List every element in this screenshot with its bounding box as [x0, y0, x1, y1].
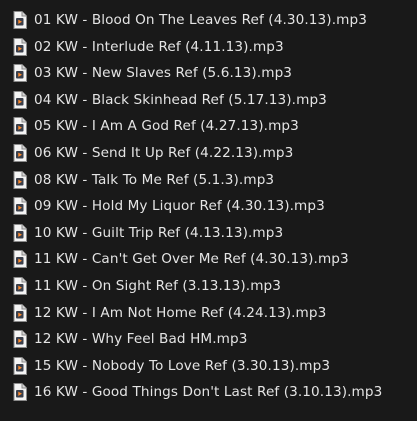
- audio-file-icon: [13, 276, 27, 295]
- file-list: 01 KW - Blood On The Leaves Ref (4.30.13…: [0, 7, 417, 406]
- file-item[interactable]: 06 KW - Send It Up Ref (4.22.13).mp3: [0, 140, 417, 167]
- file-item[interactable]: 05 KW - I Am A God Ref (4.27.13).mp3: [0, 113, 417, 140]
- file-item[interactable]: 09 KW - Hold My Liquor Ref (4.30.13).mp3: [0, 193, 417, 220]
- file-name: 11 KW - On Sight Ref (3.13.13).mp3: [34, 277, 282, 294]
- audio-file-icon: [13, 356, 27, 375]
- file-item[interactable]: 12 KW - Why Feel Bad HM.mp3: [0, 326, 417, 353]
- audio-file-icon: [13, 64, 27, 83]
- file-name: 01 KW - Blood On The Leaves Ref (4.30.13…: [34, 12, 367, 28]
- audio-file-icon: [13, 383, 27, 402]
- file-name: 11 KW - Can't Get Over Me Ref (4.30.13).…: [34, 251, 349, 268]
- audio-file-icon: [13, 90, 27, 109]
- file-item[interactable]: 15 KW - Nobody To Love Ref (3.30.13).mp3: [0, 353, 417, 380]
- file-name: 09 KW - Hold My Liquor Ref (4.30.13).mp3: [34, 198, 325, 215]
- file-item[interactable]: 11 KW - On Sight Ref (3.13.13).mp3: [0, 273, 417, 300]
- audio-file-icon: [13, 143, 27, 162]
- file-item[interactable]: 02 KW - Interlude Ref (4.11.13).mp3: [0, 34, 417, 61]
- file-name: 02 KW - Interlude Ref (4.11.13).mp3: [34, 38, 284, 55]
- audio-file-icon: [13, 37, 27, 56]
- file-item[interactable]: 11 KW - Can't Get Over Me Ref (4.30.13).…: [0, 246, 417, 273]
- audio-file-icon: [13, 303, 27, 322]
- file-item[interactable]: 01 KW - Blood On The Leaves Ref (4.30.13…: [0, 7, 417, 34]
- audio-file-icon: [13, 250, 27, 269]
- file-name: 12 KW - Why Feel Bad HM.mp3: [34, 331, 248, 348]
- file-name: 12 KW - I Am Not Home Ref (4.24.13).mp3: [34, 304, 327, 321]
- audio-file-icon: [13, 330, 27, 349]
- file-item[interactable]: 10 KW - Guilt Trip Ref (4.13.13).mp3: [0, 220, 417, 247]
- file-name: 15 KW - Nobody To Love Ref (3.30.13).mp3: [34, 357, 331, 374]
- audio-file-icon: [13, 197, 27, 216]
- file-name: 10 KW - Guilt Trip Ref (4.13.13).mp3: [34, 224, 284, 241]
- file-name: 16 KW - Good Things Don't Last Ref (3.10…: [34, 384, 383, 401]
- file-name: 05 KW - I Am A God Ref (4.27.13).mp3: [34, 118, 299, 135]
- file-name: 08 KW - Talk To Me Ref (5.1.3).mp3: [34, 171, 275, 188]
- file-name: 03 KW - New Slaves Ref (5.6.13).mp3: [34, 65, 293, 82]
- file-item[interactable]: 12 KW - I Am Not Home Ref (4.24.13).mp3: [0, 300, 417, 327]
- file-name: 06 KW - Send It Up Ref (4.22.13).mp3: [34, 144, 294, 161]
- audio-file-icon: [13, 223, 27, 242]
- file-item[interactable]: 03 KW - New Slaves Ref (5.6.13).mp3: [0, 60, 417, 87]
- file-name: 04 KW - Black Skinhead Ref (5.17.13).mp3: [34, 91, 327, 108]
- audio-file-icon: [13, 117, 27, 136]
- audio-file-icon: [13, 11, 27, 29]
- file-item[interactable]: 08 KW - Talk To Me Ref (5.1.3).mp3: [0, 167, 417, 194]
- audio-file-icon: [13, 170, 27, 189]
- file-item[interactable]: 04 KW - Black Skinhead Ref (5.17.13).mp3: [0, 87, 417, 114]
- file-item[interactable]: 16 KW - Good Things Don't Last Ref (3.10…: [0, 379, 417, 406]
